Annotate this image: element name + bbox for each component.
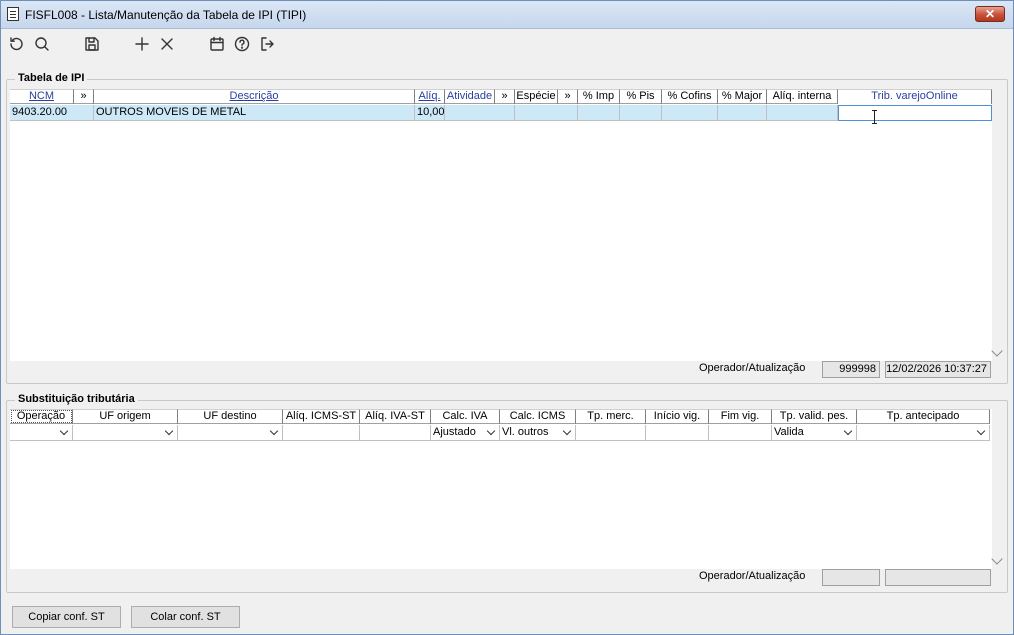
col-atividade-expand[interactable]: » (495, 89, 515, 104)
tp-valid-pes-select[interactable]: Valida (772, 425, 857, 441)
cell-cofins[interactable] (662, 105, 718, 121)
col-calc-icms[interactable]: Calc. ICMS (500, 409, 576, 424)
delete-icon (161, 38, 173, 50)
ipi-header: NCM » Descrição Alíq. Atividade » Espéci… (10, 89, 992, 104)
calc-iva-select[interactable]: Ajustado (431, 425, 500, 441)
cell-major[interactable] (718, 105, 767, 121)
calendar-icon (210, 36, 224, 51)
col-aliq-icms-st[interactable]: Alíq. ICMS-ST (283, 409, 360, 424)
col-atividade[interactable]: Atividade (445, 89, 495, 104)
add-icon (135, 37, 149, 51)
calc-icms-select[interactable]: Vl. outros (500, 425, 576, 441)
col-tp-merc[interactable]: Tp. merc. (576, 409, 646, 424)
aliq-icms-st-field[interactable] (283, 425, 360, 441)
exit-button[interactable] (256, 33, 278, 55)
col-trib-varejo[interactable]: Trib. varejoOnline (838, 89, 992, 104)
copy-st-button[interactable]: Copiar conf. ST (12, 606, 121, 628)
col-major[interactable]: % Major (718, 89, 767, 104)
search-button[interactable] (31, 33, 53, 55)
save-icon (85, 37, 99, 51)
help-button[interactable] (231, 33, 253, 55)
col-uf-destino[interactable]: UF destino (178, 409, 283, 424)
inicio-vig-field[interactable] (646, 425, 709, 441)
col-aliq-iva-st[interactable]: Alíq. IVA-ST (360, 409, 431, 424)
uf-origem-select[interactable] (73, 425, 178, 441)
help-icon (234, 36, 250, 52)
operacao-select[interactable] (10, 425, 73, 441)
search-icon (35, 37, 49, 51)
col-descricao[interactable]: Descrição (94, 89, 415, 104)
uf-destino-select[interactable] (178, 425, 283, 441)
ipi-status-label: Operador/Atualização (699, 362, 806, 374)
st-status-label: Operador/Atualização (699, 570, 806, 582)
st-operator-field (822, 569, 880, 586)
cell-imp[interactable] (578, 105, 620, 121)
exit-icon (261, 37, 274, 51)
delete-button[interactable] (156, 33, 178, 55)
aliq-iva-st-field[interactable] (360, 425, 431, 441)
tp-antecipado-select[interactable] (857, 425, 990, 441)
st-updated-field (885, 569, 991, 586)
ipi-grid[interactable] (10, 89, 992, 361)
cell-aliq[interactable]: 10,00 (415, 105, 445, 121)
col-fim-vig[interactable]: Fim vig. (709, 409, 772, 424)
save-button[interactable] (81, 33, 103, 55)
cell-trib-varejo-editor[interactable] (838, 105, 992, 121)
tp-merc-field[interactable] (576, 425, 646, 441)
col-operacao[interactable]: Operação (10, 409, 73, 424)
col-pis[interactable]: % Pis (620, 89, 662, 104)
col-inicio-vig[interactable]: Início vig. (646, 409, 709, 424)
add-button[interactable] (131, 33, 153, 55)
cell-descricao[interactable]: OUTROS MOVEIS DE METAL (94, 105, 415, 121)
st-legend: Substituição tributária (15, 393, 138, 405)
col-tp-valid-pes[interactable]: Tp. valid. pes. (772, 409, 857, 424)
st-header: Operação UF origem UF destino Alíq. ICMS… (10, 409, 990, 424)
col-uf-origem[interactable]: UF origem (73, 409, 178, 424)
paste-st-button[interactable]: Colar conf. ST (131, 606, 240, 628)
st-row[interactable]: Ajustado Vl. outros Valida (10, 425, 990, 441)
cell-especie[interactable] (515, 105, 578, 121)
cell-ncm[interactable]: 9403.20.00 (10, 105, 94, 121)
main-window: FISFL008 - Lista/Manutenção da Tabela de… (0, 0, 1014, 635)
cell-atividade[interactable] (445, 105, 515, 121)
col-calc-iva[interactable]: Calc. IVA (431, 409, 500, 424)
refresh-icon (10, 37, 23, 51)
col-aliq-interna[interactable]: Alíq. interna (767, 89, 838, 104)
ipi-updated-field: 12/02/2026 10:37:27 (885, 361, 991, 378)
col-ncm-expand[interactable]: » (74, 89, 94, 104)
close-button[interactable]: ✕ (975, 6, 1005, 22)
text-cursor-icon (872, 110, 877, 124)
refresh-button[interactable] (5, 33, 27, 55)
col-especie[interactable]: Espécie (515, 89, 558, 104)
col-aliq[interactable]: Alíq. (415, 89, 445, 104)
cell-pis[interactable] (620, 105, 662, 121)
calendar-button[interactable] (206, 33, 228, 55)
col-cofins[interactable]: % Cofins (662, 89, 718, 104)
toolbar (1, 29, 1013, 59)
col-especie-expand[interactable]: » (558, 89, 578, 104)
col-ncm[interactable]: NCM (10, 89, 74, 104)
title-bar: FISFL008 - Lista/Manutenção da Tabela de… (1, 1, 1013, 29)
ipi-legend: Tabela de IPI (15, 72, 88, 84)
document-icon (7, 7, 19, 21)
ipi-operator-field: 999998 (822, 361, 880, 378)
cell-aliq-interna[interactable] (767, 105, 838, 121)
col-tp-antecipado[interactable]: Tp. antecipado (857, 409, 990, 424)
col-imp[interactable]: % Imp (578, 89, 620, 104)
fim-vig-field[interactable] (709, 425, 772, 441)
window-title: FISFL008 - Lista/Manutenção da Tabela de… (25, 8, 307, 22)
table-row[interactable]: 9403.20.00 OUTROS MOVEIS DE METAL 10,00 (10, 105, 992, 121)
